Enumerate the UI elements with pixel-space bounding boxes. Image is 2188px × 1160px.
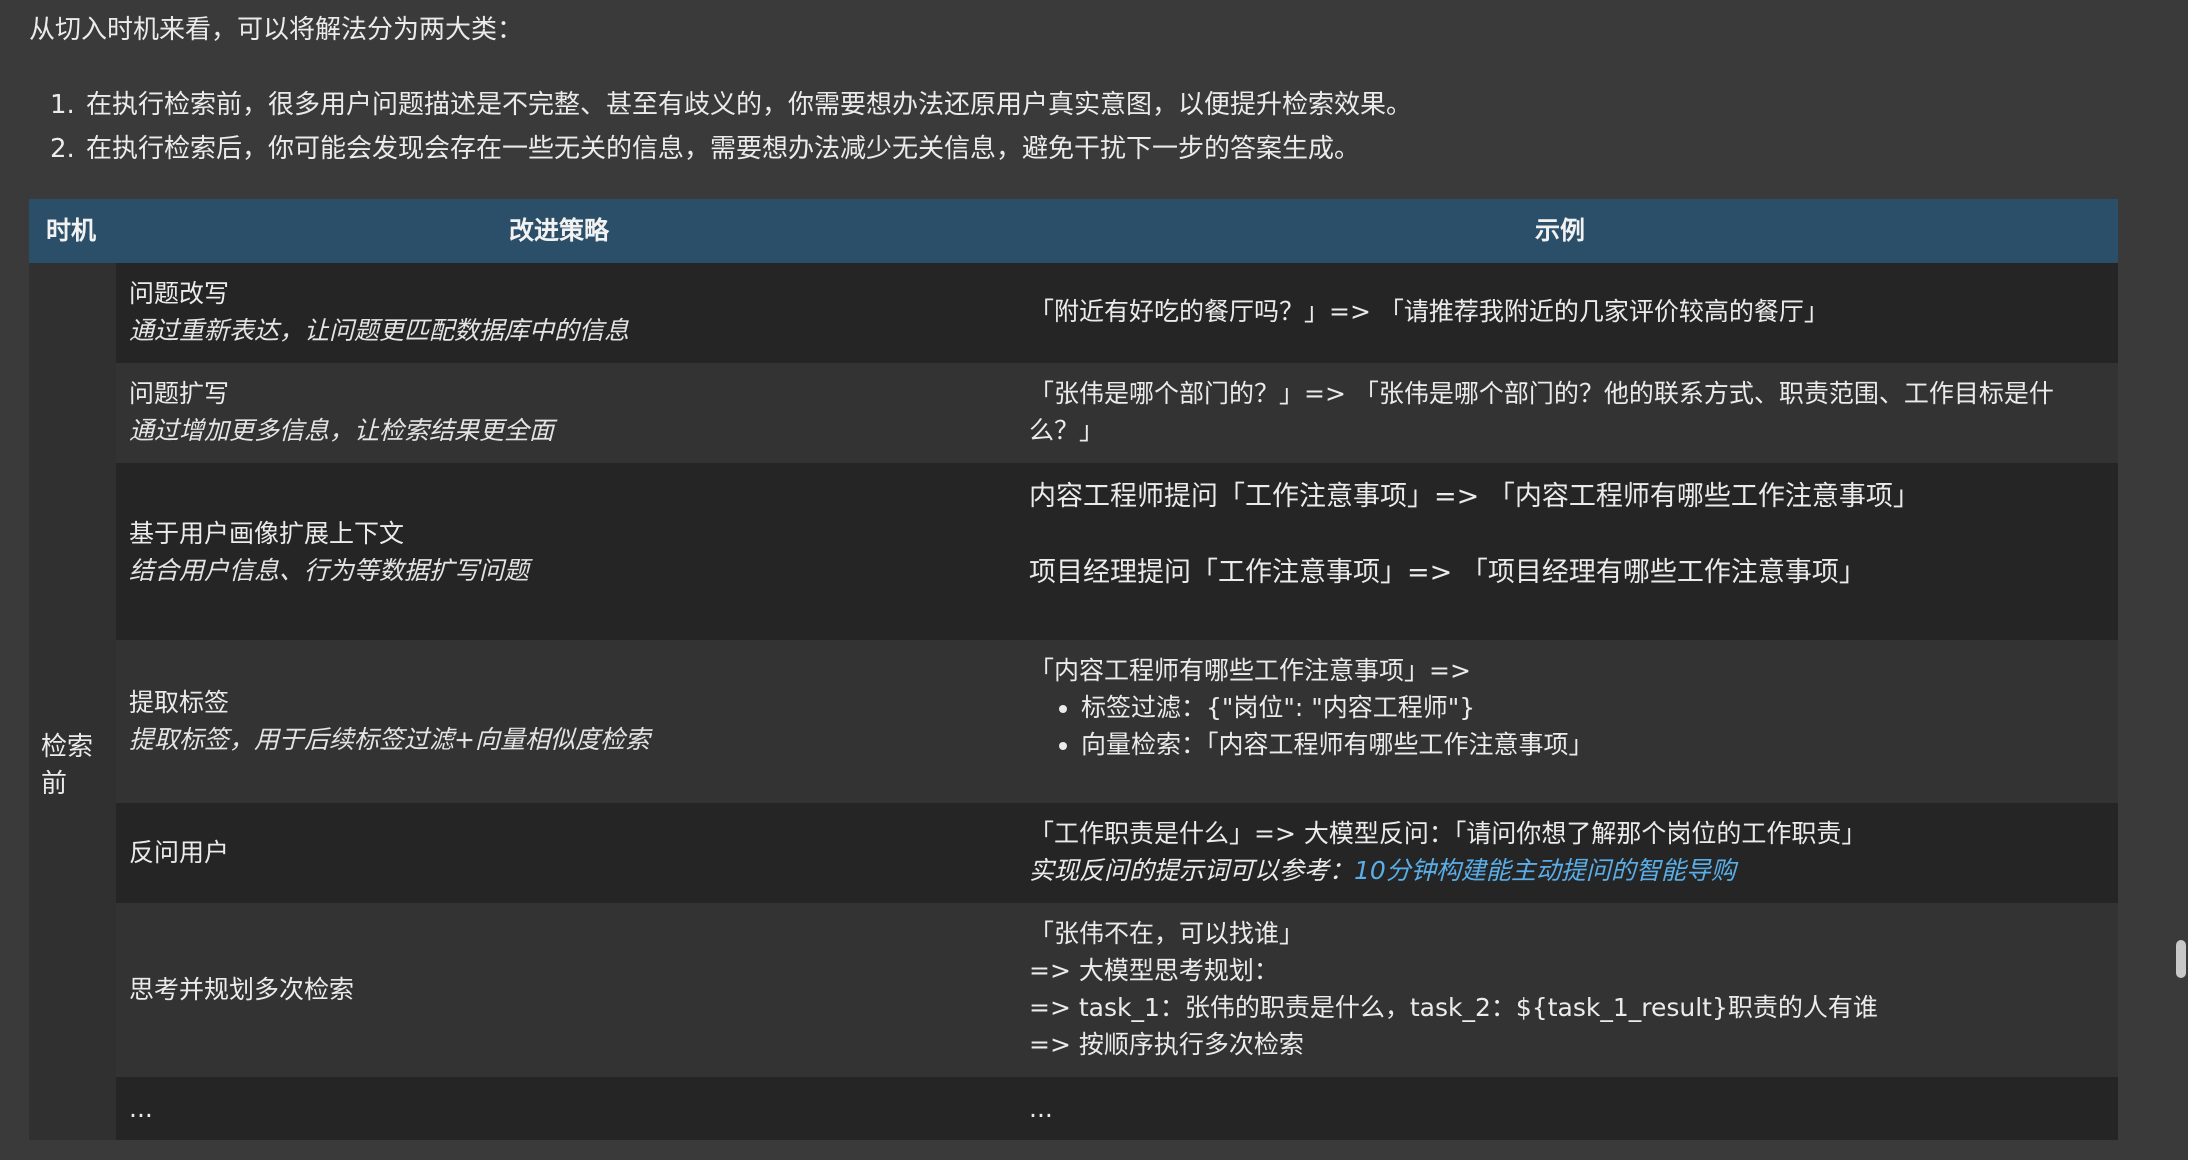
example-cell: ... bbox=[1029, 1090, 2099, 1127]
strategy-title: 问题改写 bbox=[129, 279, 230, 308]
table-row: ... ... bbox=[116, 1077, 2118, 1140]
example-bullets: 标签过滤：{"岗位": "内容工程师"} 向量检索：「内容工程师有哪些工作注意事… bbox=[1029, 689, 2099, 763]
strategy-cell: 反问用户 bbox=[129, 834, 229, 871]
reference-link[interactable]: 10分钟构建能主动提问的智能导购 bbox=[1354, 856, 1736, 885]
table-header: 时机 改进策略 示例 bbox=[29, 199, 2118, 263]
strategy-subtitle: 提取标签，用于后续标签过滤+向量相似度检索 bbox=[129, 725, 650, 754]
example-line: 「附近有好吃的餐厅吗？」=> 「请推荐我附近的几家评价较高的餐厅」 bbox=[1029, 297, 1829, 326]
header-example: 示例 bbox=[1535, 216, 1586, 245]
example-cell: 「张伟是哪个部门的？」=> 「张伟是哪个部门的？他的联系方式、职责范围、工作目标… bbox=[1029, 375, 2099, 449]
example-cell: 「附近有好吃的餐厅吗？」=> 「请推荐我附近的几家评价较高的餐厅」 bbox=[1029, 293, 2099, 330]
list-text: 在执行检索后，你可能会发现会存在一些无关的信息，需要想办法减少无关信息，避免干扰… bbox=[86, 134, 1361, 164]
example-cell: 「张伟不在，可以找谁」 => 大模型思考规划： => task_1：张伟的职责是… bbox=[1029, 915, 2099, 1063]
time-label: 检索前 bbox=[41, 732, 94, 799]
table-row: 提取标签 提取标签，用于后续标签过滤+向量相似度检索 「内容工程师有哪些工作注意… bbox=[116, 640, 2118, 803]
intro-text: 从切入时机来看，可以将解法分为两大类： bbox=[29, 15, 524, 45]
header-time: 时机 bbox=[46, 216, 97, 245]
strategy-title: 反问用户 bbox=[129, 838, 230, 867]
example-cell: 「内容工程师有哪些工作注意事项」=> 标签过滤：{"岗位": "内容工程师"} … bbox=[1029, 652, 2099, 763]
list-number: 1. bbox=[50, 90, 75, 120]
example-cell: 内容工程师提问「工作注意事项」=> 「内容工程师有哪些工作注意事项」 项目经理提… bbox=[1029, 477, 2099, 593]
strategy-cell: 问题改写 通过重新表达，让问题更匹配数据库中的信息 bbox=[129, 275, 629, 349]
list-item: 2. 在执行检索后，你可能会发现会存在一些无关的信息，需要想办法减少无关信息，避免… bbox=[50, 127, 1412, 171]
reference-prefix: 实现反问的提示词可以参考： bbox=[1029, 856, 1355, 885]
strategy-cell: ... bbox=[129, 1090, 153, 1127]
header-strategy: 改进策略 bbox=[509, 216, 610, 245]
approach-list: 1. 在执行检索前，很多用户问题描述是不完整、甚至有歧义的，你需要想办法还原用户真… bbox=[50, 83, 1412, 171]
example-line: 「工作职责是什么」=> 大模型反问：「请问你想了解那个岗位的工作职责」 bbox=[1029, 819, 1867, 848]
strategy-subtitle: 通过增加更多信息，让检索结果更全面 bbox=[129, 416, 555, 445]
example-line: 内容工程师提问「工作注意事项」=> 「内容工程师有哪些工作注意事项」 bbox=[1029, 481, 1920, 512]
time-cell: 检索前 bbox=[29, 263, 116, 1140]
strategy-title: 基于用户画像扩展上下文 bbox=[129, 519, 405, 548]
strategy-cell: 提取标签 提取标签，用于后续标签过滤+向量相似度检索 bbox=[129, 684, 650, 758]
example-line: 「张伟是哪个部门的？」=> 「张伟是哪个部门的？他的联系方式、职责范围、工作目标… bbox=[1029, 379, 2054, 408]
table-row: 问题改写 通过重新表达，让问题更匹配数据库中的信息 「附近有好吃的餐厅吗？」=>… bbox=[116, 263, 2118, 363]
example-line: 项目经理提问「工作注意事项」=> 「项目经理有哪些工作注意事项」 bbox=[1029, 557, 1866, 588]
example-reference: 实现反问的提示词可以参考：10分钟构建能主动提问的智能导购 bbox=[1029, 852, 2099, 889]
example-line: => task_1：张伟的职责是什么，task_2：${task_1_resul… bbox=[1029, 993, 1878, 1022]
table-row: 反问用户 「工作职责是什么」=> 大模型反问：「请问你想了解那个岗位的工作职责」… bbox=[116, 803, 2118, 903]
strategy-subtitle: 通过重新表达，让问题更匹配数据库中的信息 bbox=[129, 316, 630, 345]
strategy-title: 问题扩写 bbox=[129, 379, 230, 408]
strategy-cell: 基于用户画像扩展上下文 结合用户信息、行为等数据扩写问题 bbox=[129, 515, 529, 589]
table-row: 基于用户画像扩展上下文 结合用户信息、行为等数据扩写问题 内容工程师提问「工作注… bbox=[116, 463, 2118, 640]
example-line: => 大模型思考规划： bbox=[1029, 956, 1279, 985]
table-row: 思考并规划多次检索 「张伟不在，可以找谁」 => 大模型思考规划： => tas… bbox=[116, 903, 2118, 1077]
strategy-subtitle: 结合用户信息、行为等数据扩写问题 bbox=[129, 556, 530, 585]
table-row: 问题扩写 通过增加更多信息，让检索结果更全面 「张伟是哪个部门的？」=> 「张伟… bbox=[116, 363, 2118, 463]
strategy-table: 时机 改进策略 示例 检索前 问题改写 通过重新表达，让问题更匹配数据库中的信息… bbox=[29, 199, 2118, 1140]
example-line: => 按顺序执行多次检索 bbox=[1029, 1030, 1304, 1059]
scrollbar-thumb[interactable] bbox=[2176, 940, 2186, 978]
example-line: 「内容工程师有哪些工作注意事项」=> bbox=[1029, 656, 1471, 685]
list-item: 1. 在执行检索前，很多用户问题描述是不完整、甚至有歧义的，你需要想办法还原用户真… bbox=[50, 83, 1412, 127]
example-line: 么？」 bbox=[1029, 416, 1105, 445]
bullet-item: 向量检索：「内容工程师有哪些工作注意事项」 bbox=[1081, 726, 2099, 763]
strategy-title: ... bbox=[129, 1094, 153, 1123]
bullet-item: 标签过滤：{"岗位": "内容工程师"} bbox=[1081, 689, 2099, 726]
strategy-title: 提取标签 bbox=[129, 688, 230, 717]
example-line: ... bbox=[1029, 1094, 1053, 1123]
strategy-cell: 思考并规划多次检索 bbox=[129, 971, 354, 1008]
list-number: 2. bbox=[50, 134, 75, 164]
example-line: 「张伟不在，可以找谁」 bbox=[1029, 919, 1305, 948]
strategy-cell: 问题扩写 通过增加更多信息，让检索结果更全面 bbox=[129, 375, 554, 449]
strategy-title: 思考并规划多次检索 bbox=[129, 975, 355, 1004]
list-text: 在执行检索前，很多用户问题描述是不完整、甚至有歧义的，你需要想办法还原用户真实意… bbox=[86, 90, 1413, 120]
example-cell: 「工作职责是什么」=> 大模型反问：「请问你想了解那个岗位的工作职责」 实现反问… bbox=[1029, 815, 2099, 889]
